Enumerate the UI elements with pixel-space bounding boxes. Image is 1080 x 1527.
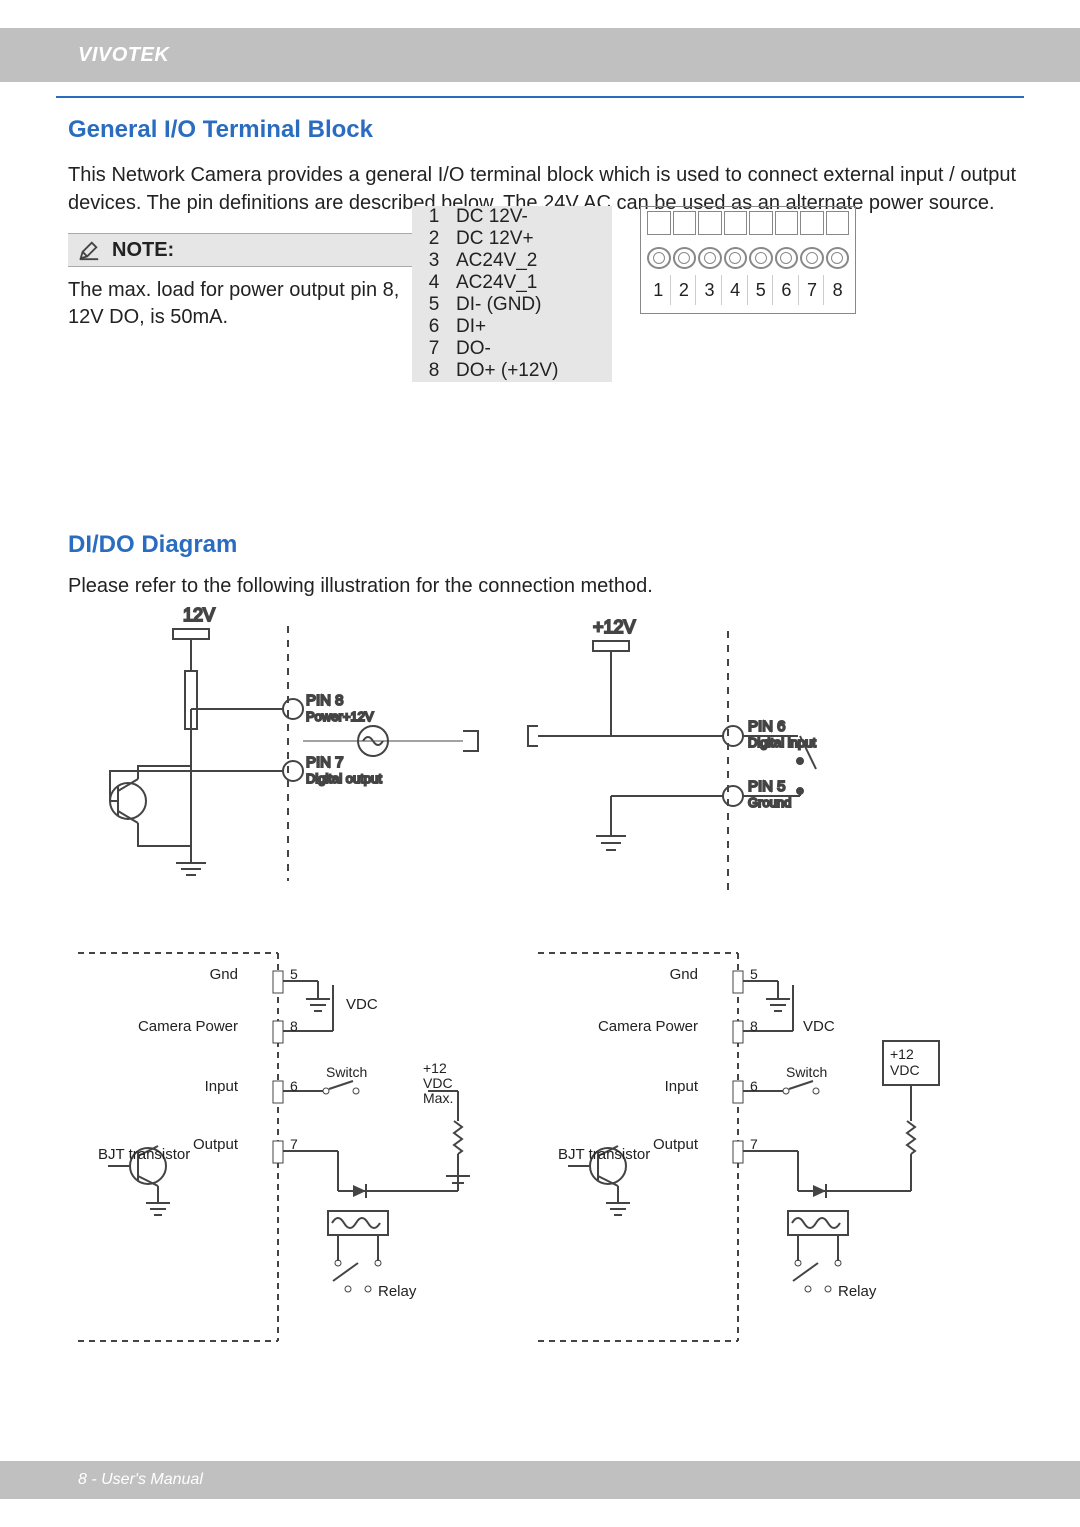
table-row: 4AC24V_1 (412, 272, 612, 294)
label-bjt-right: BJT transistor (558, 1146, 650, 1163)
label-switch-right: Switch (786, 1064, 827, 1080)
table-row: 2DC 12V+ (412, 228, 612, 250)
table-row: 8DO+ (+12V) (412, 360, 612, 382)
label-p5-left: 5 (290, 966, 298, 982)
diagram-lower: Gnd 5 Camera Power 8 VDC Input 6 Switch … (68, 931, 1016, 1371)
label-pin7-sub: Digital output (306, 771, 382, 786)
label-campower-right: Camera Power (598, 1018, 698, 1035)
label-pin5: PIN 5 (748, 778, 786, 795)
label-input-left: Input (205, 1078, 239, 1095)
terminal-num: 2 (673, 275, 697, 305)
section-title-dido: DI/DO Diagram (68, 531, 1016, 559)
note-body: The max. load for power output pin 8, 12… (68, 267, 420, 331)
label-vdc-right: VDC (803, 1018, 835, 1035)
diagram-upper: 12V (68, 601, 1016, 931)
terminal-num: 8 (826, 275, 849, 305)
footer-bar: 8 - User's Manual (0, 1461, 1080, 1499)
label-relay-left: Relay (378, 1283, 417, 1300)
label-p6-right: 6 (750, 1078, 758, 1094)
label-vdc-left: VDC (346, 996, 378, 1013)
note-label: NOTE: (112, 239, 174, 262)
footer-text: 8 - User's Manual (78, 1471, 203, 1489)
table-row: 7DO- (412, 338, 612, 360)
label-pin6: PIN 6 (748, 718, 786, 735)
label-pin8: PIN 8 (306, 692, 344, 709)
terminal-num: 7 (801, 275, 825, 305)
terminal-num: 6 (775, 275, 799, 305)
label-max12b-left: VDC (423, 1075, 453, 1091)
label-input-right: Input (665, 1078, 699, 1095)
label-campower-left: Camera Power (138, 1018, 238, 1035)
brand-label: VIVOTEK (78, 44, 169, 67)
label-v12b-right: VDC (890, 1062, 920, 1078)
label-p8-right: 8 (750, 1018, 758, 1034)
label-max12c-left: Max. (423, 1090, 453, 1106)
section-title-io-block: General I/O Terminal Block (68, 116, 1016, 144)
terminal-num: 1 (647, 275, 671, 305)
label-p7-right: 7 (750, 1136, 758, 1152)
label-pin5-sub: Ground (748, 795, 791, 810)
label-p6-left: 6 (290, 1078, 298, 1094)
label-pin8-sub: Power+12V (306, 709, 374, 724)
label-gnd-right: Gnd (670, 966, 698, 983)
terminal-num: 5 (750, 275, 774, 305)
label-p8-left: 8 (290, 1018, 298, 1034)
note-header: NOTE: (68, 233, 420, 267)
label-12v: 12V (183, 605, 215, 625)
terminal-num: 3 (698, 275, 722, 305)
table-row: 1DC 12V- (412, 206, 612, 228)
table-row: 3AC24V_2 (412, 250, 612, 272)
label-pin7: PIN 7 (306, 754, 344, 771)
table-row: 6DI+ (412, 316, 612, 338)
label-p5-right: 5 (750, 966, 758, 982)
label-gnd-left: Gnd (210, 966, 238, 983)
note-box: NOTE: The max. load for power output pin… (68, 233, 420, 331)
label-bjt-left: BJT transistor (98, 1146, 190, 1163)
label-v12a-right: +12 (890, 1046, 914, 1062)
label-plus12v: +12V (593, 617, 636, 637)
table-row: 5DI- (GND) (412, 294, 612, 316)
section-body-dido: Please refer to the following illustrati… (68, 573, 1016, 601)
terminal-block-graphic: 1 2 3 4 5 6 7 8 (640, 206, 856, 314)
label-switch-left: Switch (326, 1064, 367, 1080)
header-rule (56, 96, 1024, 98)
label-output-left: Output (193, 1136, 239, 1153)
label-relay-right: Relay (838, 1283, 877, 1300)
pin-definition-table: 1DC 12V- 2DC 12V+ 3AC24V_2 4AC24V_1 5DI-… (412, 206, 612, 382)
pencil-icon (78, 239, 100, 261)
label-p7-left: 7 (290, 1136, 298, 1152)
terminal-num: 4 (724, 275, 748, 305)
header-bar: VIVOTEK (0, 28, 1080, 82)
label-output-right: Output (653, 1136, 699, 1153)
label-max12-left: +12 (423, 1060, 447, 1076)
